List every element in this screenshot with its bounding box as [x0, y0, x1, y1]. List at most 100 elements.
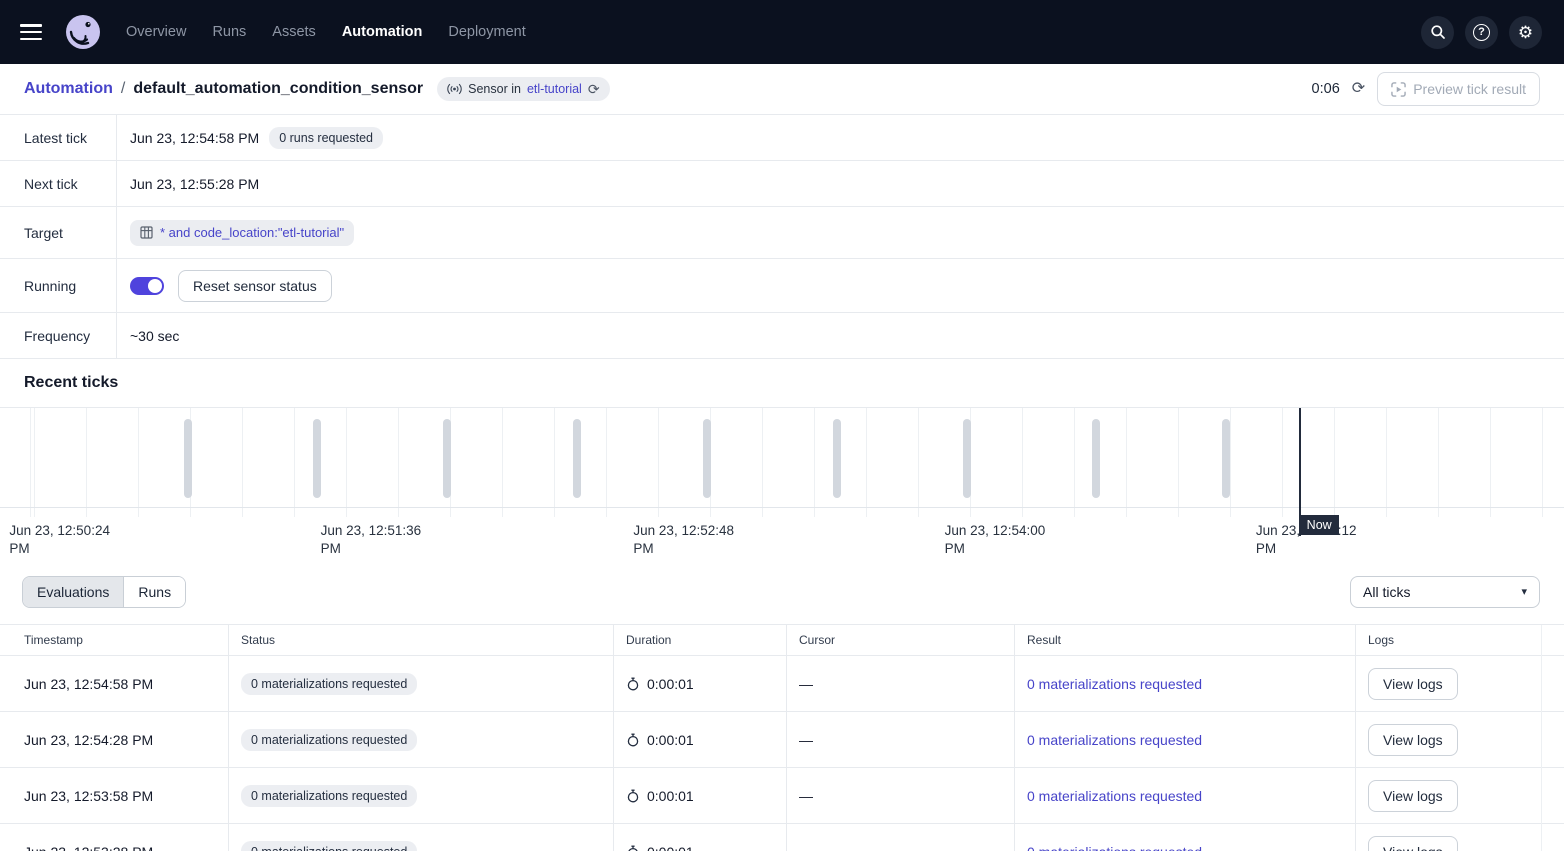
- eval-status: 0 materializations requested: [228, 824, 613, 851]
- eval-duration: 0:00:01: [613, 712, 786, 767]
- eval-cursor: —: [786, 824, 1014, 851]
- eval-cursor: —: [786, 712, 1014, 767]
- nav-item-deployment[interactable]: Deployment: [448, 24, 525, 40]
- preview-tick-result-button[interactable]: Preview tick result: [1377, 72, 1540, 106]
- eval-timestamp: Jun 23, 12:53:58 PM: [0, 768, 228, 823]
- tick-bar[interactable]: [313, 419, 321, 498]
- running-label: Running: [0, 259, 117, 312]
- timeline-axis-label: Jun 23, 12:51:36PM: [321, 522, 422, 558]
- tick-bar[interactable]: [833, 419, 841, 498]
- eval-status: 0 materializations requested: [228, 656, 613, 711]
- tick-bar[interactable]: [184, 419, 192, 498]
- evaluation-row: Jun 23, 12:54:58 PM0 materializations re…: [0, 656, 1564, 712]
- eval-result: 0 materializations requested: [1014, 768, 1355, 823]
- reload-location-icon[interactable]: ⟳: [588, 82, 600, 96]
- menu-icon[interactable]: [20, 24, 42, 40]
- result-link[interactable]: 0 materializations requested: [1027, 676, 1202, 692]
- detail-row-running: Running Reset sensor status: [0, 259, 1564, 313]
- column-header-status: Status: [228, 625, 613, 656]
- view-logs-button[interactable]: View logs: [1368, 780, 1458, 812]
- eval-duration: 0:00:01: [613, 768, 786, 823]
- breadcrumb-separator: /: [121, 80, 125, 98]
- status-badge: 0 materializations requested: [241, 841, 417, 851]
- tick-bar[interactable]: [1222, 419, 1230, 498]
- reset-sensor-status-button[interactable]: Reset sensor status: [178, 270, 332, 302]
- next-tick-value: Jun 23, 12:55:28 PM: [130, 176, 259, 192]
- result-link[interactable]: 0 materializations requested: [1027, 844, 1202, 851]
- timeline-axis-label: Jun 23, 12:50:24PM: [9, 522, 110, 558]
- eval-duration: 0:00:01: [613, 656, 786, 711]
- nav-links: Overview Runs Assets Automation Deployment: [126, 24, 526, 40]
- frequency-value: ~30 sec: [130, 328, 179, 344]
- nav-item-runs[interactable]: Runs: [212, 24, 246, 40]
- eval-duration: 0:00:01: [613, 824, 786, 851]
- tick-filter-value: All ticks: [1363, 584, 1410, 600]
- result-link[interactable]: 0 materializations requested: [1027, 788, 1202, 804]
- recent-ticks-heading: Recent ticks: [24, 374, 118, 392]
- eval-status: 0 materializations requested: [228, 712, 613, 767]
- help-icon[interactable]: ?: [1465, 16, 1498, 49]
- code-location-link[interactable]: etl-tutorial: [527, 82, 582, 96]
- recent-ticks-section: Recent ticks Jun 23, 12:50:24PM Jun 23, 1…: [0, 359, 1564, 559]
- runs-requested-badge: 0 runs requested: [269, 127, 383, 149]
- nav-item-overview[interactable]: Overview: [126, 24, 186, 40]
- asset-selection-chip[interactable]: * and code_location:"etl-tutorial": [130, 220, 354, 246]
- eval-timestamp: Jun 23, 12:54:28 PM: [0, 712, 228, 767]
- column-header-cursor: Cursor: [786, 625, 1014, 656]
- nav-item-automation[interactable]: Automation: [342, 24, 423, 40]
- view-logs-button[interactable]: View logs: [1368, 668, 1458, 700]
- result-link[interactable]: 0 materializations requested: [1027, 732, 1202, 748]
- running-toggle[interactable]: [130, 277, 164, 295]
- preview-icon: [1391, 82, 1406, 97]
- chevron-down-icon: ▾: [1521, 585, 1527, 598]
- eval-logs: View logs: [1355, 768, 1564, 823]
- target-label: Target: [0, 207, 117, 258]
- sensor-badge-label: Sensor in: [468, 82, 521, 96]
- eval-status: 0 materializations requested: [228, 768, 613, 823]
- column-header-result: Result: [1014, 625, 1355, 656]
- detail-row-next-tick: Next tick Jun 23, 12:55:28 PM: [0, 161, 1564, 207]
- timeline-axis-label: Jun 23, 12:54:00PM: [945, 522, 1046, 558]
- detail-row-target: Target * and code_location:"etl-tutorial…: [0, 207, 1564, 259]
- eval-result: 0 materializations requested: [1014, 824, 1355, 851]
- timeline-chart: [0, 408, 1564, 508]
- dagster-logo-icon[interactable]: [64, 13, 102, 51]
- tick-bar[interactable]: [703, 419, 711, 498]
- tick-bar[interactable]: [1092, 419, 1100, 498]
- sensor-signal-icon: [447, 83, 462, 95]
- tick-bar[interactable]: [443, 419, 451, 498]
- evaluation-row: Jun 23, 12:53:28 PM0 materializations re…: [0, 824, 1564, 851]
- eval-logs: View logs: [1355, 712, 1564, 767]
- stopwatch-icon: [626, 677, 640, 691]
- refresh-icon[interactable]: ⟳: [1352, 81, 1365, 97]
- eval-cursor: —: [786, 656, 1014, 711]
- now-badge: Now: [1300, 515, 1339, 535]
- breadcrumb-automation-link[interactable]: Automation: [24, 80, 113, 98]
- view-logs-button[interactable]: View logs: [1368, 724, 1458, 756]
- search-icon[interactable]: [1421, 16, 1454, 49]
- timeline-axis-label: Jun 23, 12:52:48PM: [633, 522, 734, 558]
- stopwatch-icon: [626, 789, 640, 803]
- tick-bar[interactable]: [573, 419, 581, 498]
- view-logs-button[interactable]: View logs: [1368, 836, 1458, 851]
- tab-runs[interactable]: Runs: [124, 577, 185, 607]
- detail-row-frequency: Frequency ~30 sec: [0, 313, 1564, 359]
- tick-bar[interactable]: [963, 419, 971, 498]
- latest-tick-value: Jun 23, 12:54:58 PM: [130, 130, 259, 146]
- nav-item-assets[interactable]: Assets: [272, 24, 316, 40]
- table-header-row: TimestampStatusDurationCursorResultLogs: [0, 625, 1564, 656]
- page-header: Automation / default_automation_conditio…: [0, 64, 1564, 115]
- settings-gear-icon[interactable]: ⚙: [1509, 16, 1542, 49]
- table-toolbar: Evaluations Runs All ticks ▾: [0, 559, 1564, 624]
- evaluation-row: Jun 23, 12:54:28 PM0 materializations re…: [0, 712, 1564, 768]
- evaluation-row: Jun 23, 12:53:58 PM0 materializations re…: [0, 768, 1564, 824]
- target-selection-text: * and code_location:"etl-tutorial": [160, 225, 344, 240]
- nav-actions: ? ⚙: [1421, 16, 1542, 49]
- stopwatch-icon: [626, 733, 640, 747]
- sensor-badge: Sensor in etl-tutorial ⟳: [437, 77, 609, 101]
- tick-filter-dropdown[interactable]: All ticks ▾: [1350, 576, 1540, 608]
- eval-result: 0 materializations requested: [1014, 656, 1355, 711]
- tab-evaluations[interactable]: Evaluations: [23, 577, 124, 607]
- evaluations-table: TimestampStatusDurationCursorResultLogs …: [0, 624, 1564, 851]
- view-segmented-control: Evaluations Runs: [22, 576, 186, 608]
